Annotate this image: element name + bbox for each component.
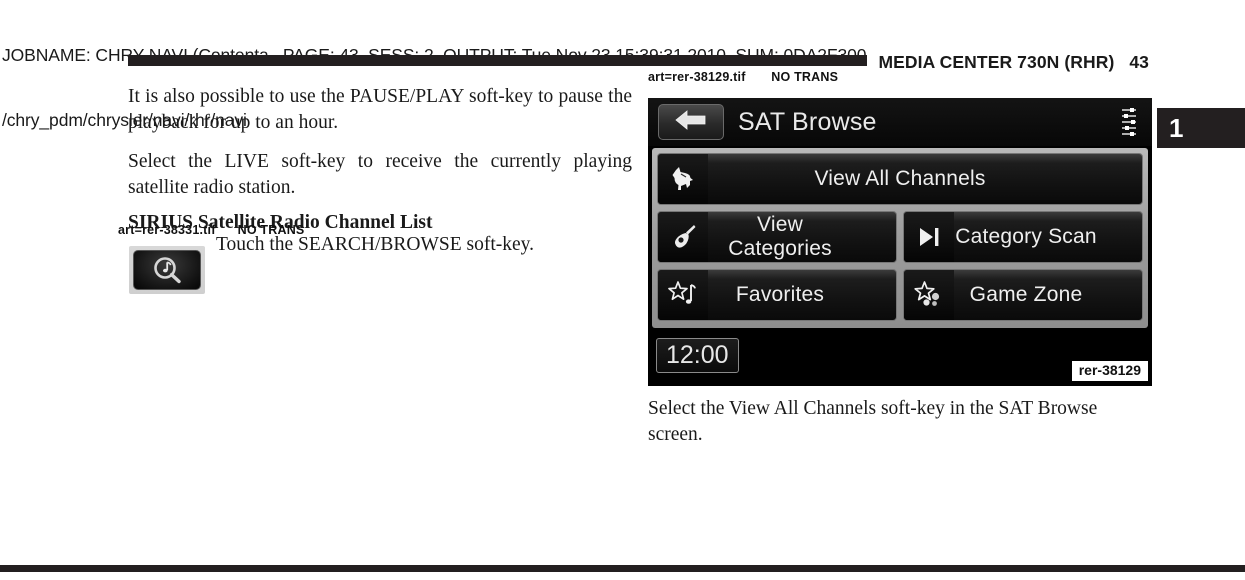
search-browse-button-face — [133, 250, 201, 290]
softkey-label: Category Scan — [955, 225, 1097, 248]
softkey-row-3: Favorites Game Zone — [657, 269, 1143, 321]
softkey-game-zone[interactable]: Game Zone — [903, 269, 1143, 321]
instruction-touch-search-browse: Touch the SEARCH/BROWSE soft-key. — [216, 234, 535, 255]
softkey-label: Game Zone — [969, 283, 1083, 306]
back-button[interactable] — [658, 104, 724, 140]
softkey-category-scan[interactable]: Category Scan — [903, 211, 1143, 263]
star-note-icon — [658, 270, 708, 320]
right-figure-column: art=rer-38129.tif NO TRANS SAT Browse Vi… — [648, 70, 1152, 447]
equalizer-sliders-icon[interactable] — [1116, 107, 1142, 137]
softkey-favorites[interactable]: Favorites — [657, 269, 897, 321]
screen-status-bar: 12:00 rer-38129 — [648, 332, 1152, 386]
softkey-row-2: View Categories Category Scan — [657, 211, 1143, 263]
running-head-title: MEDIA CENTER 730N (RHR) 43 — [878, 52, 1149, 72]
screen-title-bar: SAT Browse — [648, 98, 1152, 146]
search-browse-softkey-art — [129, 246, 205, 294]
paragraph-live-softkey: Select the LIVE soft-key to receive the … — [128, 151, 632, 198]
art-tag-right: art=rer-38129.tif NO TRANS — [648, 70, 839, 84]
softkey-label: Favorites — [735, 283, 825, 306]
paragraph-pause-play: It is also possible to use the PAUSE/PLA… — [128, 86, 632, 133]
footer-rule — [0, 565, 1245, 572]
guitar-icon — [658, 212, 708, 262]
head-unit-screen: SAT Browse View All Channels View Catego… — [648, 98, 1152, 386]
search-browse-magnifier-note-icon — [150, 255, 184, 285]
scan-next-icon — [904, 212, 954, 262]
softkey-label: View Categories — [728, 213, 832, 260]
art-caption-badge: rer-38129 — [1071, 361, 1148, 381]
screen-title: SAT Browse — [738, 107, 877, 136]
left-text-column: It is also possible to use the PAUSE/PLA… — [128, 84, 632, 233]
figure-caption: Select the View All Channels soft-key in… — [648, 398, 1098, 445]
softkey-row-1: View All Channels — [657, 153, 1143, 205]
section-number-tab: 1 — [1157, 108, 1245, 148]
softkey-label: View All Channels — [814, 167, 986, 190]
sirius-dog-icon — [658, 154, 708, 204]
running-head-rule — [128, 55, 867, 66]
softkey-view-categories[interactable]: View Categories — [657, 211, 897, 263]
softkey-panel: View All Channels View Categories Catego… — [652, 148, 1148, 328]
star-balls-icon — [904, 270, 954, 320]
softkey-view-all-channels[interactable]: View All Channels — [657, 153, 1143, 205]
clock-display: 12:00 — [656, 338, 739, 373]
back-arrow-icon — [674, 109, 708, 136]
